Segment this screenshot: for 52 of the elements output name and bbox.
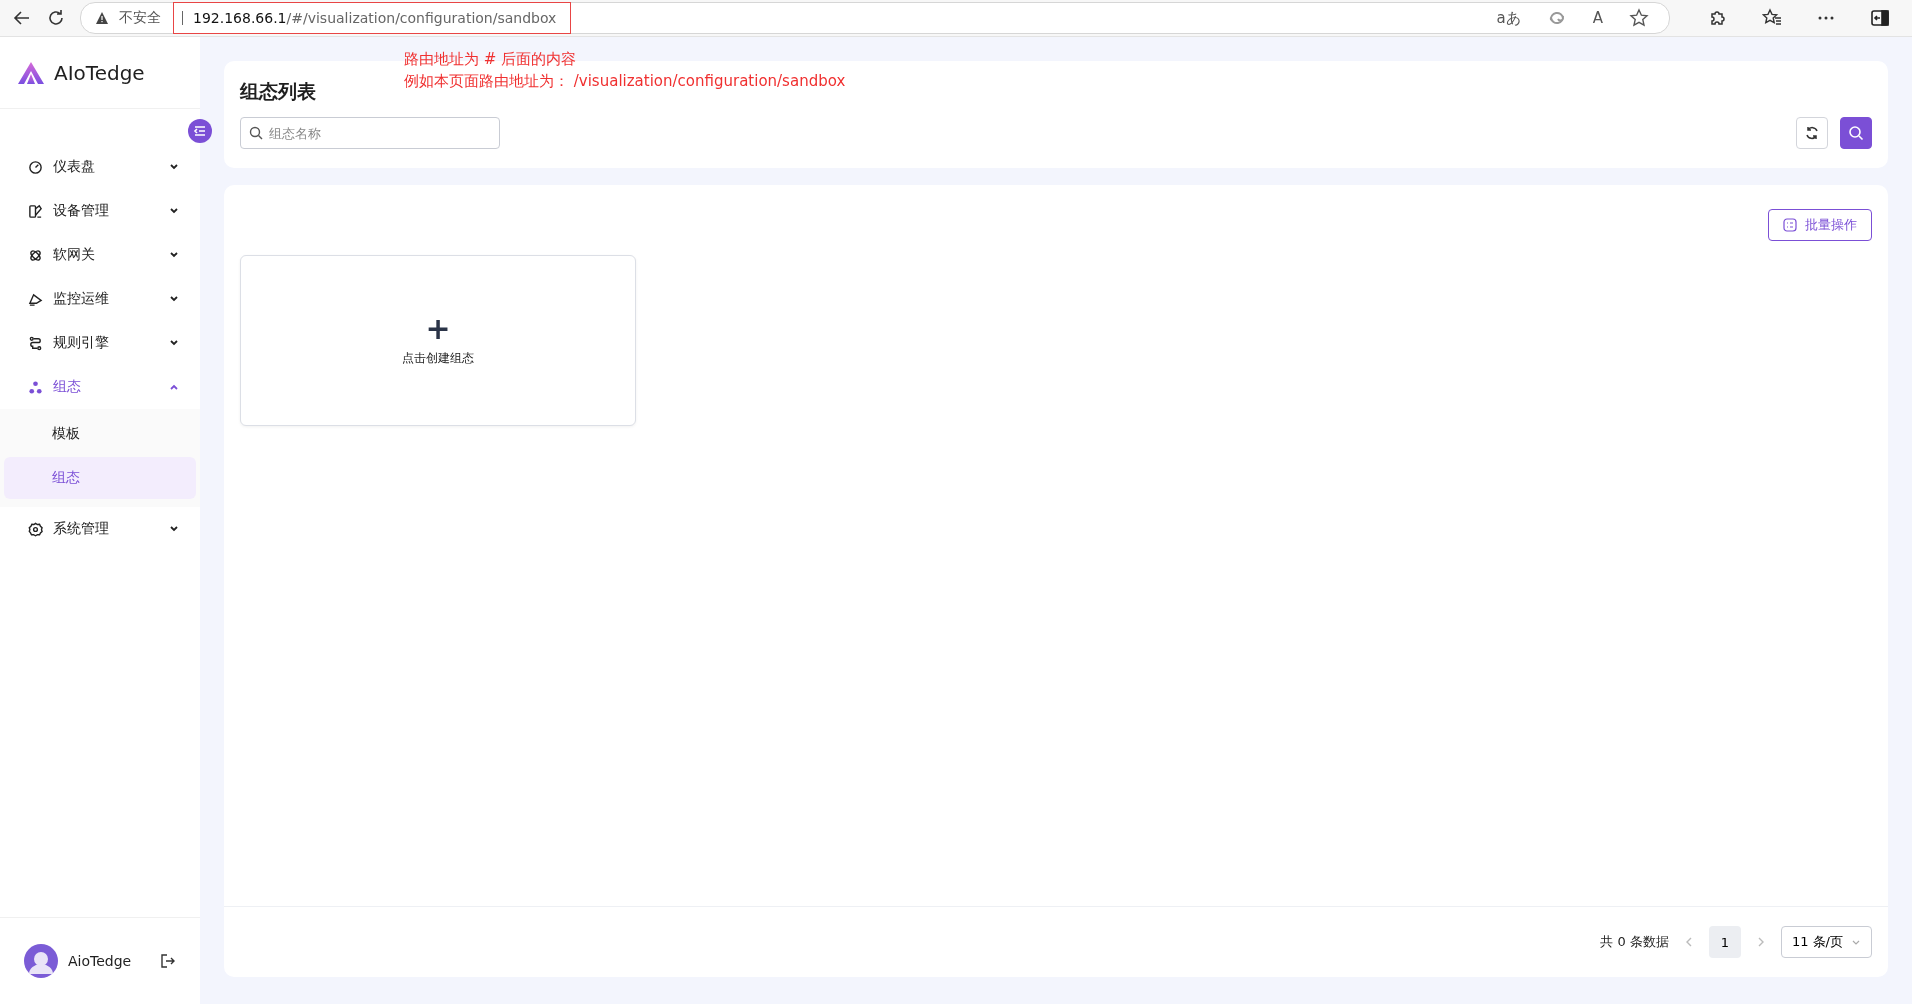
rules-icon [28,335,43,351]
list-icon [1783,218,1797,232]
create-card[interactable]: + 点击创建组态 [240,255,636,426]
refresh-icon [1804,125,1820,141]
sidebar-toggle-icon[interactable] [1870,8,1890,28]
gauge-icon [28,159,43,175]
menu-item[interactable]: 软网关 [0,233,200,277]
user-name: AioTedge [68,953,133,969]
page-title: 组态列表 [240,79,316,104]
refresh-button[interactable] [1796,117,1828,149]
read-aloud-button[interactable]: A [1582,9,1613,27]
url-host: 192.168.66.1 [193,10,287,26]
settings-icon [28,521,43,537]
page-size-select[interactable]: 11 条/页 [1780,926,1872,958]
puzzle-icon[interactable] [1708,8,1728,28]
menu-item[interactable]: 设备管理 [0,189,200,233]
security-label: 不安全 [119,9,161,27]
annotation-text: 例如本页面路由地址为： /visualization/configuration/sandbox [404,71,846,92]
monitor-icon [28,291,43,307]
plus-icon: + [425,314,451,344]
star-icon[interactable] [1629,8,1649,28]
reload-icon[interactable] [46,8,66,28]
url-path: /#/visualization/configuration/sandbox [286,10,557,26]
search-button[interactable] [1840,117,1872,149]
indent-icon [193,124,207,138]
submenu-item[interactable]: 模板 [4,413,196,455]
device-icon [28,203,43,219]
batch-button[interactable]: 批量操作 [1768,209,1872,241]
menu-item[interactable]: 规则引擎 [0,321,200,365]
page-button[interactable]: 1 [1708,926,1741,958]
search-icon [1848,125,1864,141]
logo-text: AIoTedge [54,60,145,85]
search-icon [249,126,263,140]
logout-icon[interactable] [160,953,176,969]
menu-item[interactable]: 监控运维 [0,277,200,321]
menu-item[interactable]: 仪表盘 [0,145,200,189]
triangle-nodes-icon [28,379,43,395]
menu-item[interactable]: 系统管理 [0,507,200,551]
warning-icon [95,11,109,25]
gateway-icon [28,247,43,263]
total-count: 共 0 条数据 [1600,933,1669,951]
submenu-item[interactable]: 组态 [4,457,196,499]
create-label: 点击创建组态 [402,350,474,367]
collapse-button[interactable] [188,119,212,143]
avatar[interactable] [24,944,58,978]
logo-icon [18,61,44,84]
favorites-icon[interactable] [1762,8,1782,28]
translate-button[interactable]: aあ [1486,8,1531,28]
menu-item[interactable]: 组态 [0,365,200,409]
annotation-text: 路由地址为 # 后面的内容 [404,49,578,70]
address-bar[interactable]: 不安全 192.168.66.1/#/visualization/configuration/sandbox aあ A [80,2,1670,34]
search-field[interactable]: 组态名称 [240,117,500,149]
